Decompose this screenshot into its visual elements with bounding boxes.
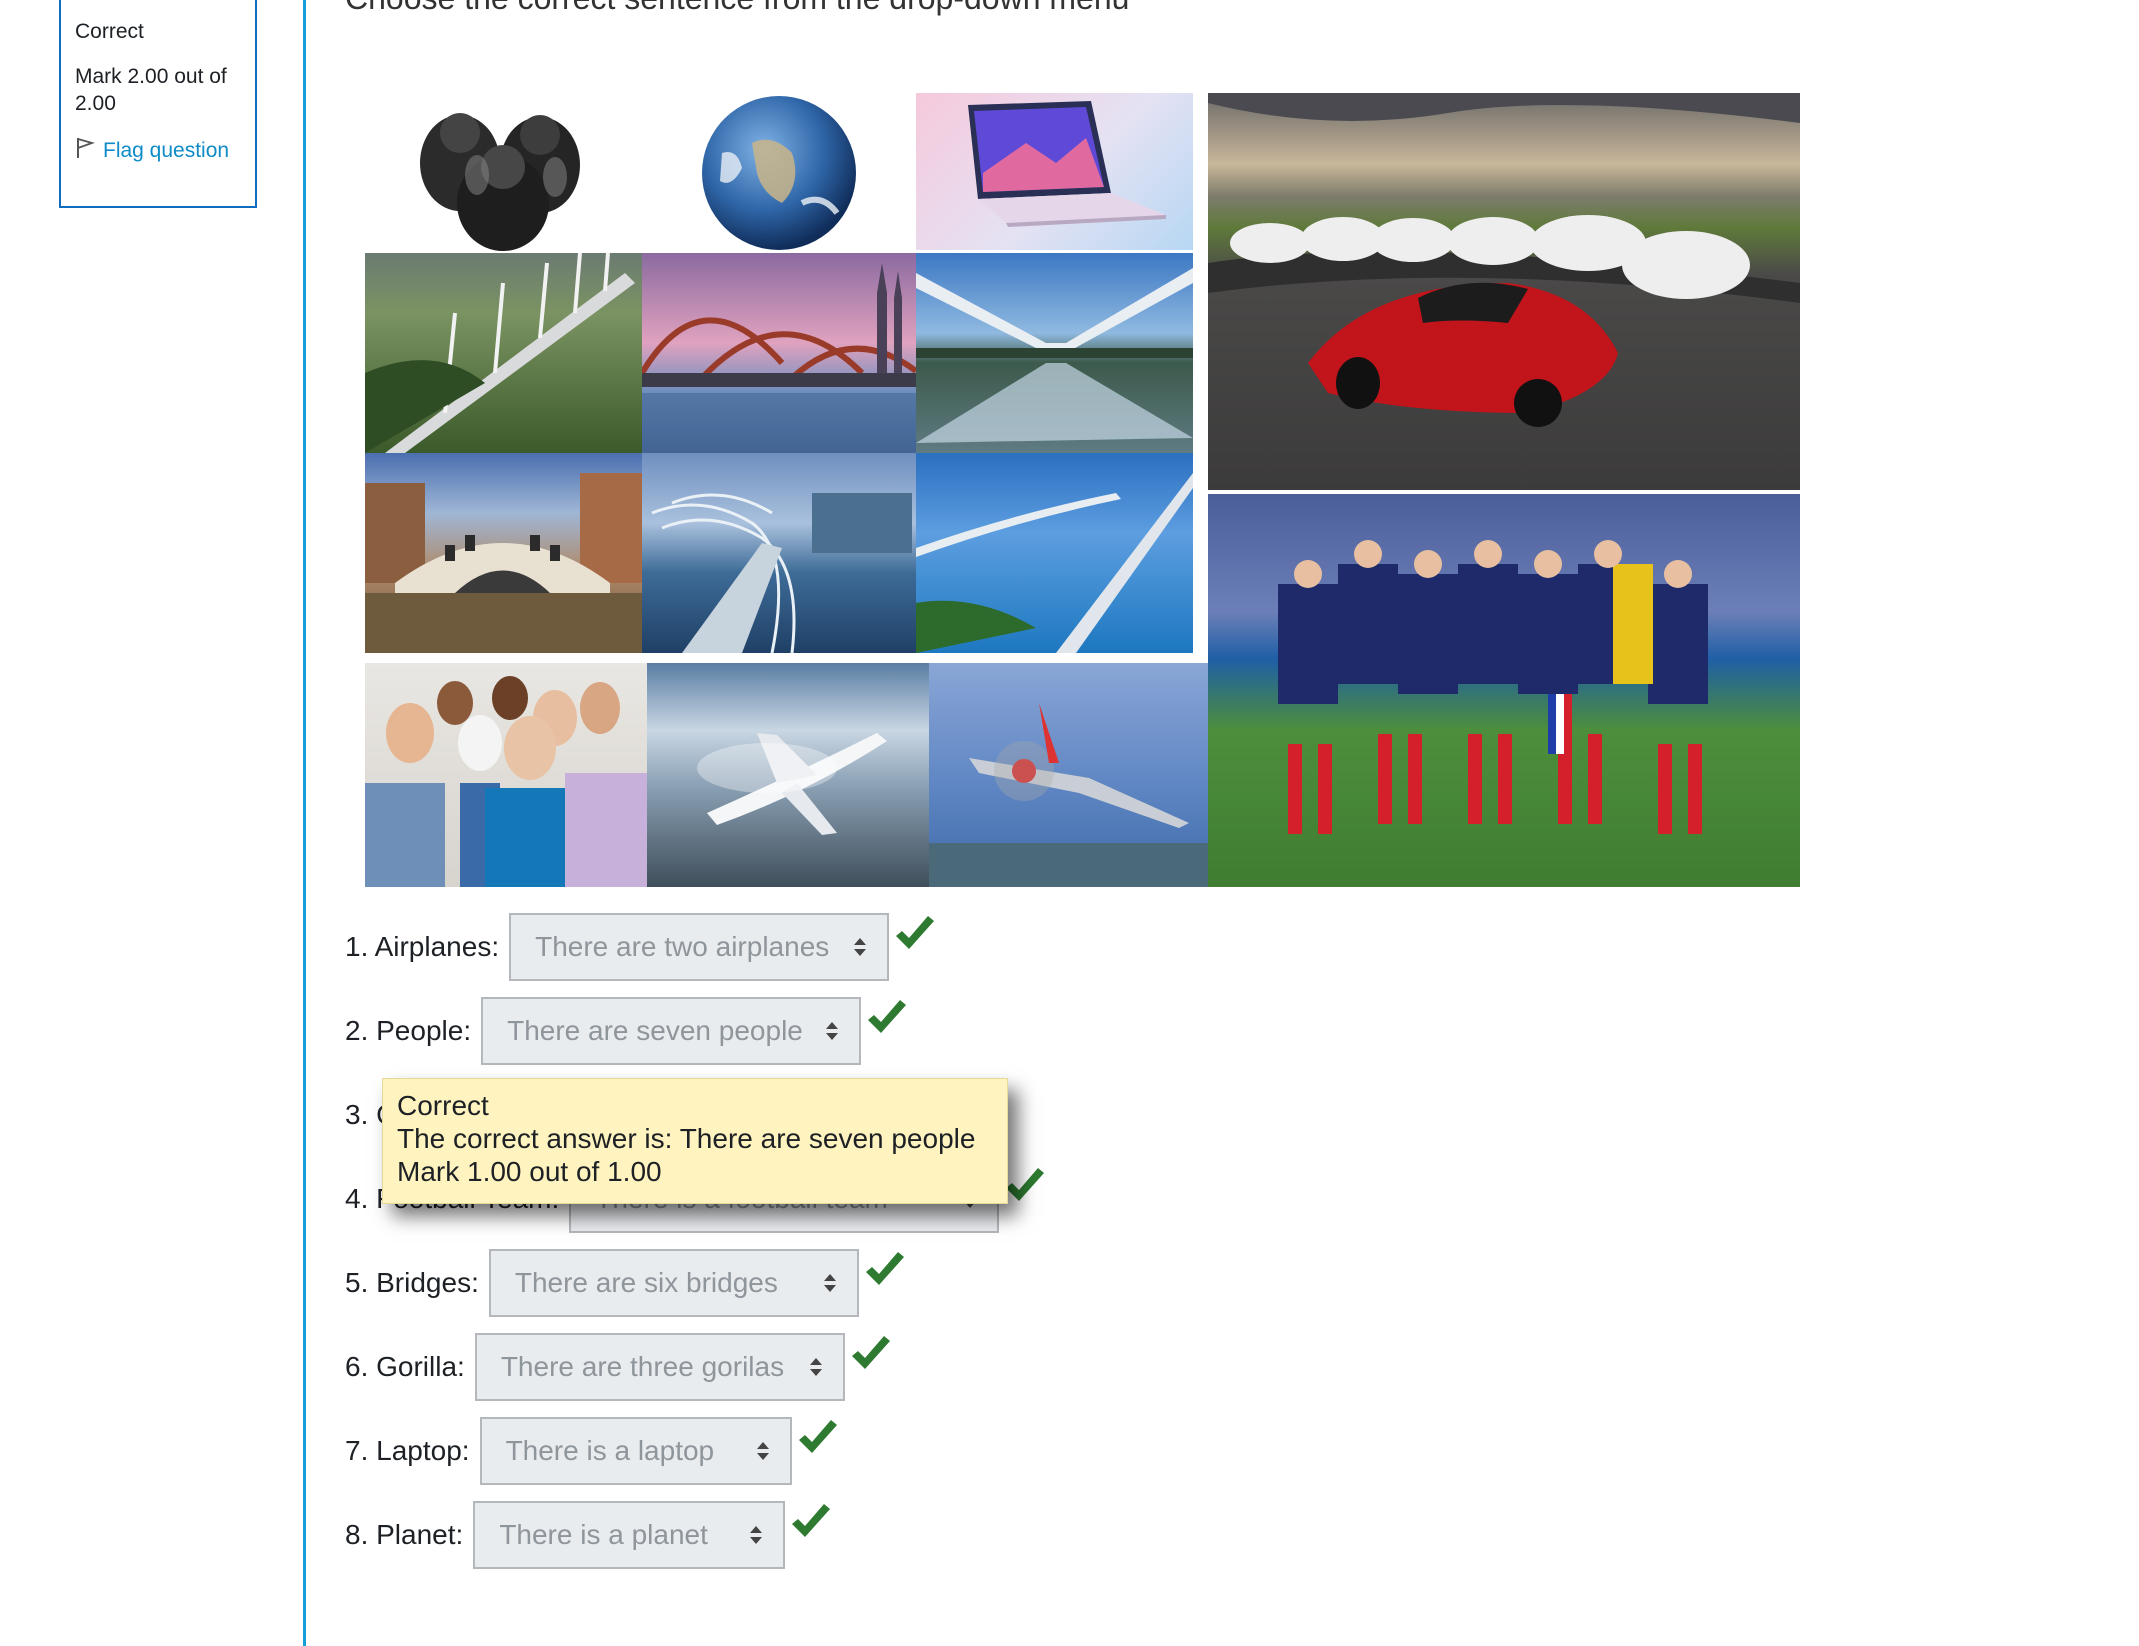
correct-check-icon <box>868 1000 907 1033</box>
image-football-team <box>1208 494 1800 887</box>
flag-question-label[interactable]: Flag question <box>103 137 229 164</box>
answer-select[interactable]: There is a laptop <box>479 1417 792 1485</box>
image-airplane-jet <box>647 663 929 887</box>
correct-check-icon <box>1006 1168 1045 1201</box>
image-bridge-glass <box>916 253 1193 453</box>
answer-select[interactable]: There are six bridges <box>488 1249 859 1317</box>
select-arrows-icon <box>809 1358 822 1376</box>
answer-select[interactable]: There are two airplanes <box>509 913 890 981</box>
tooltip-state: Correct <box>397 1090 489 1121</box>
image-bridge-cologne <box>642 253 916 453</box>
answer-row-5: 5. Bridges: There are six bridges <box>345 1248 907 1318</box>
select-value: There are three gorilas <box>500 1351 785 1382</box>
correct-check-icon <box>798 1420 837 1453</box>
answer-label: 7. Laptop: <box>345 1435 470 1466</box>
select-arrows-icon <box>756 1442 769 1460</box>
content-divider <box>303 0 306 1646</box>
image-cars <box>1208 93 1800 490</box>
answer-row-2: 2. People: There are seven people <box>345 996 909 1066</box>
answer-row-7: 7. Laptop: There is a laptop <box>345 1416 840 1486</box>
answer-row-6: 6. Gorilla: There are three gorilas <box>345 1332 893 1402</box>
quiz-review-page: Correct Mark 2.00 out of 2.00 Flag quest… <box>0 0 2139 1646</box>
image-gorillas <box>365 93 642 253</box>
correct-check-icon <box>896 916 935 949</box>
select-arrows-icon <box>750 1526 763 1544</box>
image-laptop <box>916 93 1193 250</box>
flag-question-link[interactable]: Flag question <box>75 137 241 164</box>
correct-check-icon <box>851 1336 890 1369</box>
image-bridge-millau <box>365 253 642 453</box>
select-value: There are six bridges <box>514 1267 778 1298</box>
answer-label: 8. Planet: <box>345 1519 464 1550</box>
image-people <box>365 663 647 887</box>
answer-select[interactable]: There are three gorilas <box>474 1333 845 1401</box>
tooltip-correct-answer: The correct answer is: There are seven p… <box>397 1123 976 1154</box>
select-value: There are seven people <box>507 1015 803 1046</box>
answer-label: 1. Airplanes: <box>345 931 500 962</box>
question-state: Correct <box>75 20 144 43</box>
answer-label: 6. Gorilla: <box>345 1351 465 1382</box>
question-text: Choose the correct sentence from the dro… <box>345 0 1129 17</box>
answer-label: 2. People: <box>345 1015 472 1046</box>
feedback-tooltip: Correct The correct answer is: There are… <box>382 1078 1008 1204</box>
answer-row-1: 1. Airplanes: There are two airplanes <box>345 912 937 982</box>
answer-select[interactable]: There are seven people <box>481 997 862 1065</box>
image-bridge-helix <box>642 453 916 653</box>
answer-row-8: 8. Planet: There is a planet <box>345 1500 833 1570</box>
image-airplane-prop <box>929 663 1208 887</box>
flag-icon <box>77 138 95 158</box>
question-grade: Mark 2.00 out of 2.00 <box>75 65 227 115</box>
select-arrows-icon <box>854 938 867 956</box>
image-earth <box>642 93 916 253</box>
correct-check-icon <box>792 1504 831 1537</box>
image-bridge-keys <box>916 453 1193 653</box>
select-value: There are two airplanes <box>535 931 830 962</box>
select-arrows-icon <box>823 1274 836 1292</box>
select-value: There is a planet <box>499 1519 708 1550</box>
tooltip-mark: Mark 1.00 out of 1.00 <box>397 1156 662 1187</box>
image-bridge-rialto <box>365 453 642 653</box>
answer-select[interactable]: There is a planet <box>473 1501 786 1569</box>
correct-check-icon <box>865 1252 904 1285</box>
select-value: There is a laptop <box>505 1435 715 1466</box>
question-info-box: Correct Mark 2.00 out of 2.00 Flag quest… <box>59 0 257 208</box>
answer-label: 5. Bridges: <box>345 1267 479 1298</box>
select-arrows-icon <box>826 1022 839 1040</box>
